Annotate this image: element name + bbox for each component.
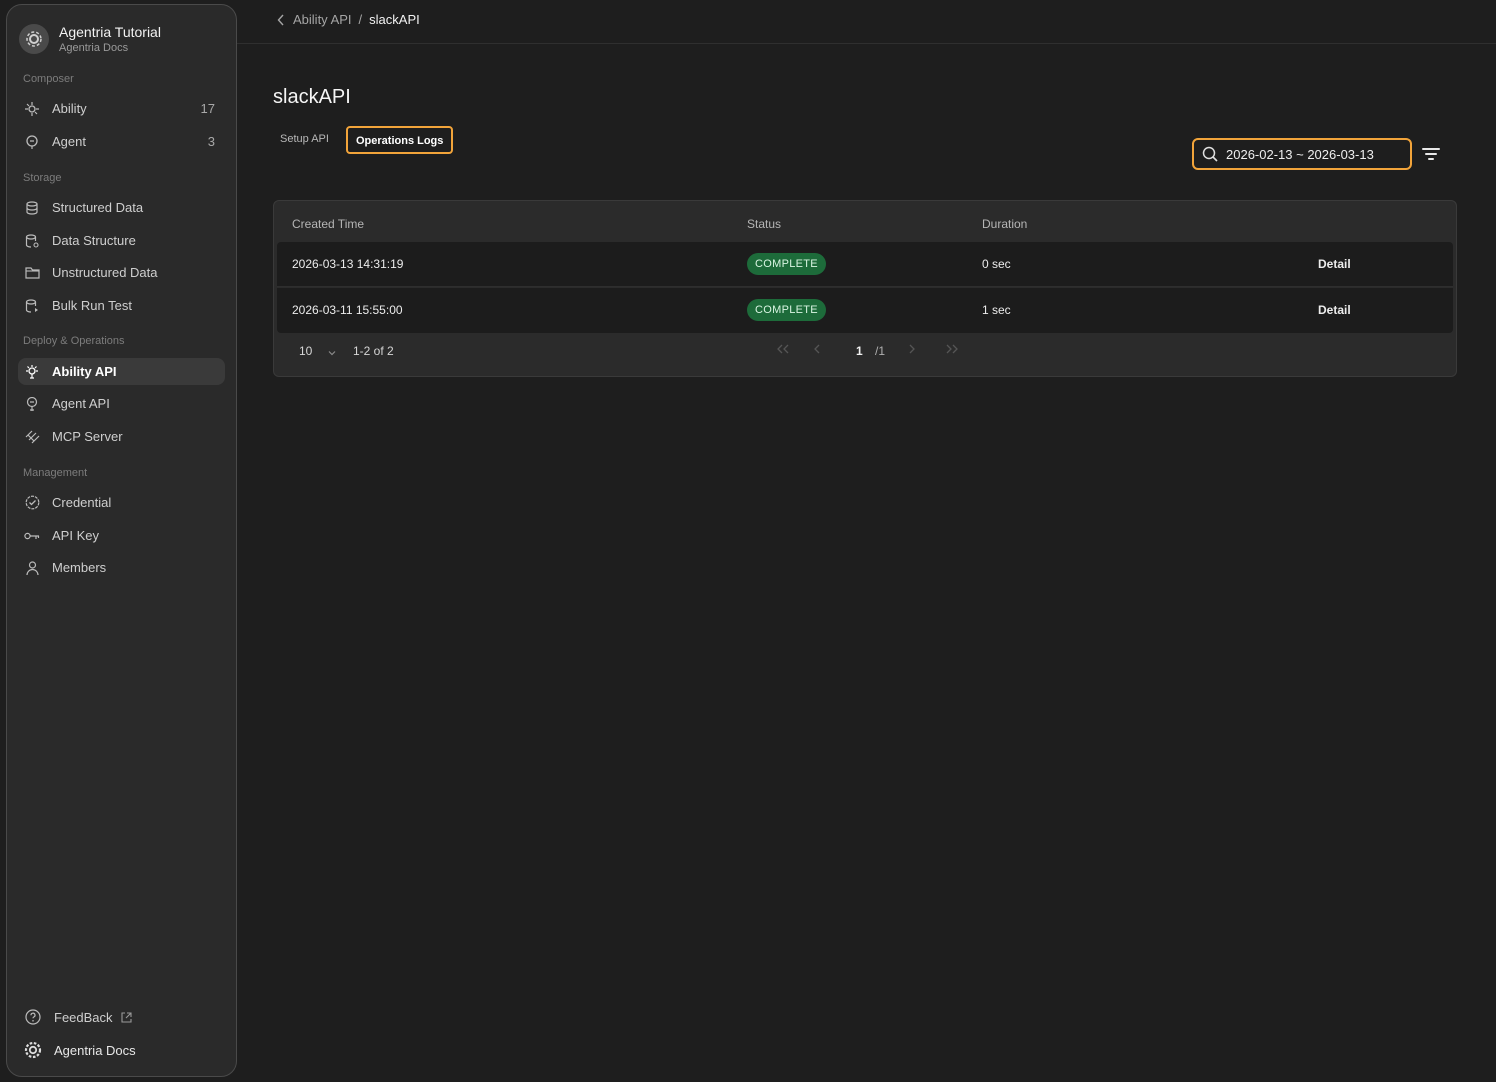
ability-api-icon (24, 364, 40, 380)
sidebar-item-credential[interactable]: Credential (18, 489, 225, 516)
agent-icon (24, 134, 40, 150)
gear-icon (24, 1041, 42, 1059)
page-size-select[interactable]: 10 (299, 344, 336, 359)
last-page-icon[interactable] (945, 343, 959, 357)
sidebar-item-structured-data[interactable]: Structured Data (18, 194, 225, 221)
sidebar-item-bulk-run-test[interactable]: Bulk Run Test (18, 292, 225, 319)
back-chevron-icon[interactable] (277, 14, 285, 26)
database-icon (24, 200, 40, 216)
sidebar-item-label: API Key (52, 528, 99, 543)
column-header-status: Status (747, 217, 782, 231)
duration-cell: 1 sec (982, 303, 1011, 317)
table-row: 2026-03-13 14:31:19 COMPLETE 0 sec Detai… (277, 242, 1453, 287)
column-header-created-time: Created Time (292, 217, 365, 231)
next-page-icon[interactable] (908, 343, 916, 357)
breadcrumb: Ability API / slackAPI (277, 12, 420, 27)
page-size-value: 10 (299, 344, 313, 358)
external-link-icon (120, 1011, 132, 1023)
sidebar-item-mcp-server[interactable]: MCP Server (18, 423, 225, 450)
tab-setup-api[interactable]: Setup API (275, 126, 334, 154)
sidebar-item-label: Ability API (52, 364, 117, 379)
docs-workspace-label: Agentria Docs (54, 1042, 136, 1058)
breadcrumb-separator: / (358, 12, 363, 27)
section-label-composer: Composer (23, 73, 74, 85)
page-title: slackAPI (273, 86, 351, 108)
sidebar-item-label: MCP Server (52, 429, 123, 444)
user-icon (24, 560, 40, 576)
sidebar-item-label: Structured Data (52, 200, 144, 215)
created-time-cell: 2026-03-11 15:55:00 (292, 303, 403, 317)
feedback-link[interactable]: FeedBack (24, 1008, 132, 1026)
date-range-value: 2026-02-13 ~ 2026-03-13 (1226, 146, 1374, 162)
ability-icon (24, 101, 40, 117)
breadcrumb-current: slackAPI (369, 12, 420, 27)
sidebar-item-ability[interactable]: Ability 17 (18, 95, 225, 122)
status-badge: COMPLETE (747, 253, 826, 275)
tab-operations-logs[interactable]: Operations Logs (346, 126, 454, 154)
mcp-icon (24, 429, 40, 445)
sidebar-item-label: Members (52, 560, 107, 575)
breadcrumb-parent-link[interactable]: Ability API (293, 12, 352, 27)
sidebar-item-unstructured-data[interactable]: Unstructured Data (18, 259, 225, 286)
data-structure-icon (24, 233, 40, 249)
sidebar: Agentria Tutorial Agentria Docs Composer… (6, 4, 237, 1077)
section-label-storage: Storage (23, 172, 62, 184)
detail-link[interactable]: Detail (1318, 242, 1351, 287)
workspace-title: Agentria Tutorial (59, 24, 161, 40)
ability-count-badge: 17 (200, 101, 215, 116)
filter-icon[interactable] (1421, 145, 1441, 163)
sidebar-item-ability-api[interactable]: Ability API (18, 358, 225, 385)
sidebar-item-members[interactable]: Members (18, 554, 225, 581)
agent-api-icon (24, 396, 40, 412)
feedback-label: FeedBack (54, 1009, 113, 1025)
search-icon (1202, 146, 1218, 162)
workspace-switcher[interactable]: Agentria Tutorial Agentria Docs (19, 23, 161, 55)
docs-workspace-link[interactable]: Agentria Docs (24, 1041, 136, 1059)
column-header-duration: Duration (982, 217, 1028, 231)
top-bar: Ability API / slackAPI (237, 0, 1496, 44)
current-page[interactable]: 1 (856, 344, 863, 358)
sidebar-item-label: Ability (52, 101, 87, 116)
workspace-subtitle: Agentria Docs (59, 42, 129, 54)
sidebar-item-api-key[interactable]: API Key (18, 522, 225, 549)
sidebar-item-label: Agent API (52, 396, 110, 411)
date-range-picker[interactable]: 2026-02-13 ~ 2026-03-13 (1192, 138, 1412, 170)
first-page-icon[interactable] (776, 343, 790, 357)
folder-icon (24, 265, 40, 281)
sidebar-item-label: Credential (52, 495, 112, 510)
sidebar-item-agent-api[interactable]: Agent API (18, 390, 225, 417)
sidebar-item-data-structure[interactable]: Data Structure (18, 227, 225, 254)
sidebar-item-label: Agent (52, 134, 86, 149)
pagination-range: 1-2 of 2 (353, 344, 394, 358)
chevron-down-icon (328, 345, 336, 359)
status-badge: COMPLETE (747, 299, 826, 321)
sidebar-item-label: Bulk Run Test (52, 298, 132, 313)
section-label-deploy: Deploy & Operations (23, 335, 125, 347)
prev-page-icon[interactable] (813, 343, 821, 357)
sidebar-item-agent[interactable]: Agent 3 (18, 128, 225, 155)
created-time-cell: 2026-03-13 14:31:19 (292, 257, 404, 271)
section-label-management: Management (23, 467, 88, 479)
agent-count-badge: 3 (207, 134, 215, 149)
sidebar-item-label: Unstructured Data (52, 265, 158, 280)
bulk-run-icon (24, 298, 40, 314)
sidebar-item-label: Data Structure (52, 233, 136, 248)
table-row: 2026-03-11 15:55:00 COMPLETE 1 sec Detai… (277, 288, 1453, 333)
credential-icon (24, 495, 40, 511)
detail-link[interactable]: Detail (1318, 288, 1351, 333)
workspace-logo-icon (19, 24, 49, 54)
help-circle-icon (24, 1008, 42, 1026)
duration-cell: 0 sec (982, 257, 1011, 271)
total-pages: /1 (875, 344, 886, 358)
operations-logs-table: Created Time Status Duration 2026-03-13 … (273, 200, 1457, 377)
key-icon (24, 528, 40, 544)
